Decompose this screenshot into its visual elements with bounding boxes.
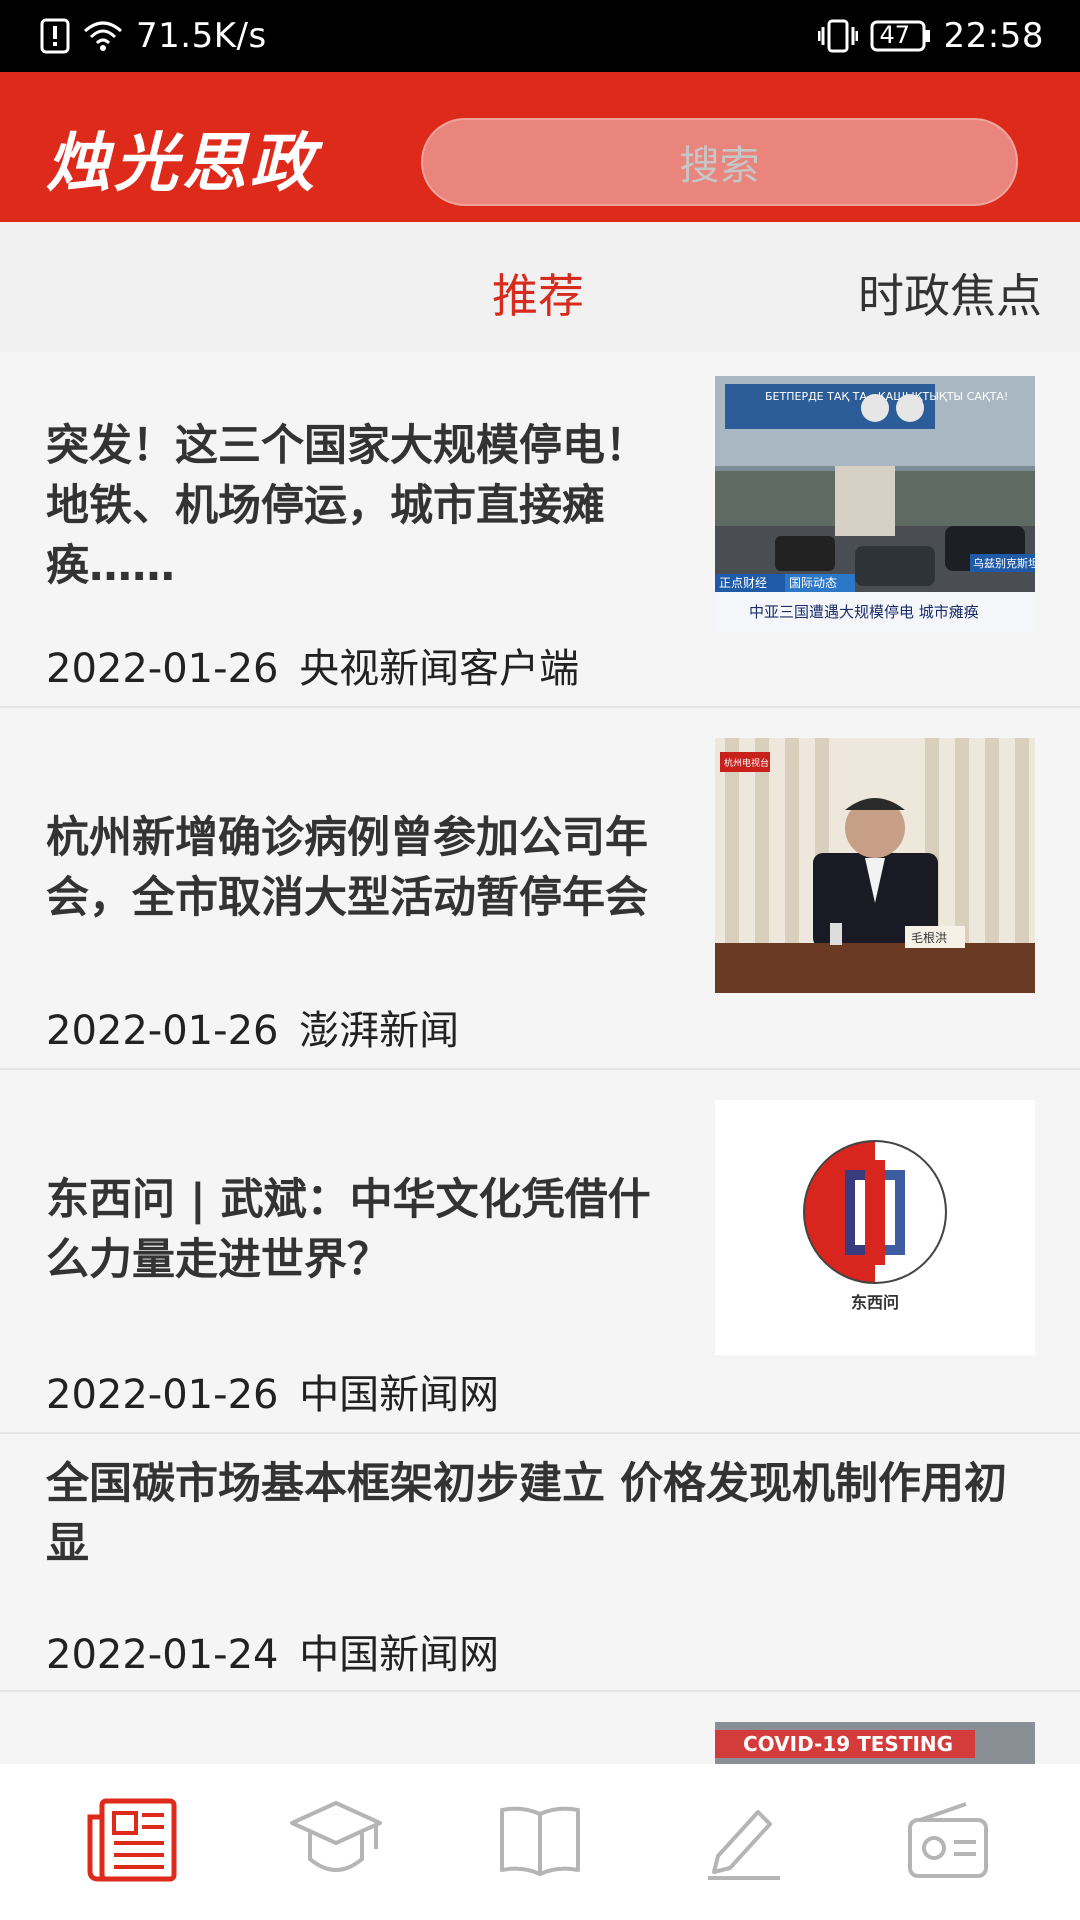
battery-icon: 47: [870, 19, 932, 53]
news-title: 杭州新增确诊病例曾参加公司年会，全市取消大型活动暂停年会: [46, 813, 648, 923]
news-source: 中国新闻网: [299, 1632, 500, 1678]
news-title: 东西问 | 武斌：中华文化凭借什么力量走进世界？: [46, 1175, 651, 1285]
news-item[interactable]: 东西问 | 武斌：中华文化凭借什么力量走进世界？ 2022-01-26 中国新闻…: [0, 1070, 1080, 1434]
network-speed: 71.5K/s: [136, 16, 267, 56]
book-icon: [498, 1802, 582, 1882]
search-placeholder: 搜索: [679, 143, 760, 189]
news-item[interactable]: 杭州新增确诊病例曾参加公司年会，全市取消大型活动暂停年会 2022-01-26 …: [0, 708, 1080, 1070]
nav-write[interactable]: [694, 1792, 794, 1892]
thumb-tag-1: 正点财经: [719, 576, 767, 590]
news-source: 央视新闻客户端: [299, 646, 580, 692]
news-meta: 2022-01-26 央视新闻客户端: [46, 636, 579, 694]
graduation-cap-icon: [288, 1797, 384, 1887]
news-thumbnail: COVID-19 TESTING: [715, 1722, 1035, 1767]
news-date: 2022-01-26: [46, 646, 279, 692]
news-thumbnail: 东西问: [715, 1100, 1035, 1355]
wifi-icon: [82, 19, 124, 53]
battery-level: 47: [879, 21, 911, 49]
radio-icon: [906, 1800, 990, 1884]
category-tabs: 推荐 时政焦点: [0, 222, 1080, 352]
news-date: 2022-01-26: [46, 1372, 279, 1418]
nav-news[interactable]: [82, 1792, 182, 1892]
thumb-location: 乌兹别克斯坦: [973, 556, 1035, 570]
thumb-covid-label: COVID-19 TESTING: [743, 1732, 953, 1756]
thumb-nameplate: 毛根洪: [911, 931, 947, 945]
search-bar[interactable]: 搜索: [421, 118, 1018, 206]
thumb-station-logo: 杭州电视台: [724, 757, 769, 769]
news-thumbnail: 杭州电视台 毛根洪: [715, 738, 1035, 993]
bottom-navigation: [0, 1764, 1080, 1920]
app-logo: 烛光思政: [46, 126, 318, 201]
thumb-caption: 中亚三国遭遇大规模停电 城市瘫痪: [749, 603, 979, 621]
news-item[interactable]: 全国碳市场基本框架初步建立 价格发现机制作用初显 2022-01-24 中国新闻…: [0, 1434, 1080, 1692]
status-bar: 71.5K/s 47 22:58: [0, 0, 1080, 72]
news-icon: [86, 1797, 178, 1887]
clock: 22:58: [943, 16, 1044, 56]
news-source: 澎湃新闻: [299, 1008, 460, 1054]
news-source: 中国新闻网: [299, 1372, 500, 1418]
news-feed: 突发！这三个国家大规模停电！地铁、机场停运，城市直接瘫痪…… 2022-01-2…: [0, 352, 1080, 1792]
news-meta: 2022-01-26 澎湃新闻: [46, 998, 459, 1056]
news-thumbnail: БЕТПЕРДЕ ТАҚ ТА - ҚАШЫҚТЫҚТЫ САҚТА! 正点财经…: [715, 376, 1035, 631]
news-title: 突发！这三个国家大规模停电！地铁、机场停运，城市直接瘫痪……: [46, 421, 648, 591]
news-meta: 2022-01-26 中国新闻网: [46, 1362, 499, 1420]
nav-study[interactable]: [286, 1792, 386, 1892]
news-date: 2022-01-26: [46, 1008, 279, 1054]
nav-reading[interactable]: [490, 1792, 590, 1892]
app-header: 烛光思政 搜索: [0, 72, 1080, 222]
thumb-tag-2: 国际动态: [789, 576, 837, 590]
tab-recommended[interactable]: 推荐: [492, 260, 584, 326]
alert-icon: [40, 18, 70, 54]
nav-radio[interactable]: [898, 1792, 998, 1892]
news-item[interactable]: 突发！这三个国家大规模停电！地铁、机场停运，城市直接瘫痪…… 2022-01-2…: [0, 352, 1080, 708]
pencil-icon: [704, 1798, 784, 1886]
news-title: 全国碳市场基本框架初步建立 价格发现机制作用初显: [46, 1459, 1007, 1569]
thumb-logo-text: 东西问: [851, 1293, 899, 1312]
news-date: 2022-01-24: [46, 1632, 279, 1678]
vibrate-icon: [817, 19, 858, 53]
news-meta: 2022-01-24 中国新闻网: [46, 1622, 499, 1680]
tab-current-affairs[interactable]: 时政焦点: [858, 260, 1042, 326]
